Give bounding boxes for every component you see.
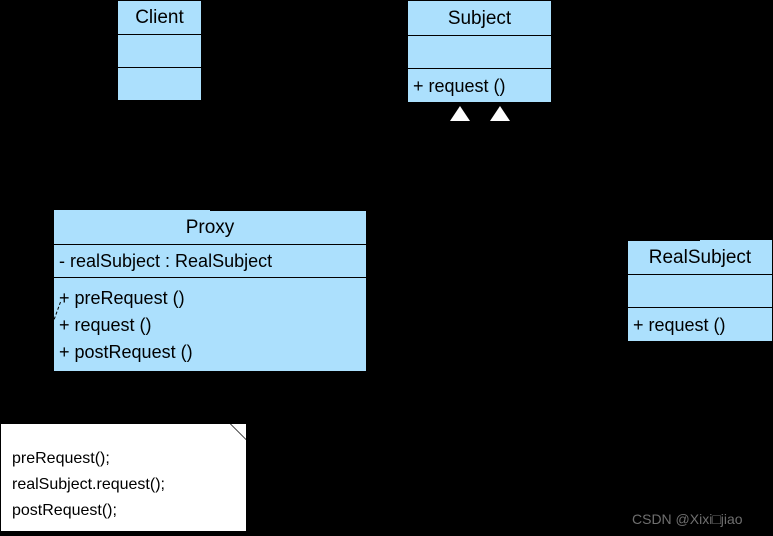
uml-class-proxy-operation-prerequest: + preRequest () (59, 287, 185, 308)
uml-note-line-3: postRequest(); (12, 502, 117, 519)
uml-class-proxy-attribute-realsubject: - realSubject : RealSubject (54, 245, 366, 278)
uml-class-realsubject-attributes (628, 275, 772, 308)
uml-class-client-name: Client (118, 1, 201, 35)
connector-client-to-subject (202, 50, 407, 51)
uml-class-proxy-operation-request: + request () (59, 314, 152, 335)
uml-class-client[interactable]: Client (117, 0, 202, 101)
uml-note-line-1: preRequest(); (12, 450, 110, 467)
uml-class-proxy-operations: + preRequest () + request () + postReque… (54, 278, 366, 372)
connector-proxy-to-subject-horizontal (210, 210, 460, 211)
generalization-arrowhead-proxy (450, 106, 470, 121)
uml-class-subject[interactable]: Subject + request () (407, 0, 552, 103)
uml-class-subject-attributes (408, 36, 551, 69)
uml-class-realsubject-operation-request: + request () (633, 315, 726, 335)
uml-class-realsubject[interactable]: RealSubject + request () (627, 239, 773, 342)
uml-note-text: preRequest(); realSubject.request(); pos… (12, 446, 238, 524)
note-fold-corner-inner-icon (231, 424, 246, 439)
uml-diagram-canvas: Client Subject + request () Proxy - real… (0, 0, 773, 536)
generalization-arrowhead-realsubject (490, 106, 510, 121)
uml-class-client-operations (118, 68, 201, 101)
uml-class-client-attributes (118, 35, 201, 68)
connector-proxy-to-subject-vertical (459, 121, 460, 211)
uml-class-realsubject-name: RealSubject (628, 240, 772, 275)
connector-realsubject-to-subject-vertical (499, 121, 500, 240)
uml-class-proxy-name: Proxy (54, 210, 366, 245)
uml-note-proxy-request-body[interactable]: preRequest(); realSubject.request(); pos… (0, 423, 247, 532)
uml-class-proxy-operation-postrequest: + postRequest () (59, 341, 193, 362)
uml-class-subject-name: Subject (408, 1, 551, 36)
uml-class-proxy[interactable]: Proxy - realSubject : RealSubject + preR… (53, 209, 367, 372)
uml-note-line-2: realSubject.request(); (12, 476, 165, 493)
connector-realsubject-to-subject-horizontal (499, 240, 700, 241)
watermark-text: CSDN @Xixi□jiao (632, 511, 743, 527)
uml-class-subject-operation-request: + request () (413, 76, 506, 96)
